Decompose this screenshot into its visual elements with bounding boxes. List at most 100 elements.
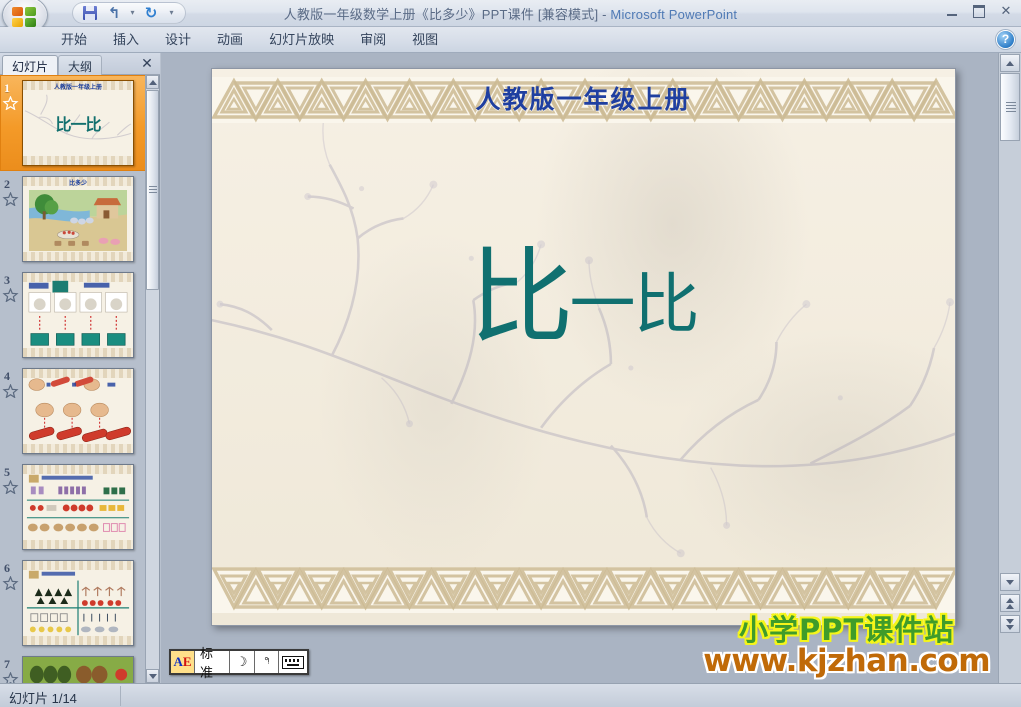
triangle-down-icon [1006,579,1014,585]
scrollbar-thumb[interactable] [1000,73,1020,141]
tab-insert[interactable]: 插入 [100,26,152,53]
slide-thumbnail-frame-3 [22,272,134,358]
animation-star-icon [2,192,19,206]
watermark-line-1: 小学PPT课件站 [738,613,955,647]
slide-thumbnail-frame-1: 人教版一年级上册 比一比 [22,80,134,166]
window-title: 人教版一年级数学上册《比多少》PPT课件 [兼容模式] - Microsoft … [0,4,1021,23]
animation-star-icon [2,96,19,110]
slides-panel-scrollbar[interactable] [145,75,159,683]
slide-thumbnail-4[interactable]: 4 [0,363,146,459]
double-triangle-up-icon [1006,597,1014,609]
tab-home[interactable]: 开始 [48,26,100,53]
ime-language-toggle[interactable]: AE [171,651,195,673]
slide-number-5: 5 [4,465,10,479]
tab-review[interactable]: 审阅 [347,26,399,53]
tab-slides[interactable]: 幻灯片 [2,55,59,75]
window-title-document: 人教版一年级数学上册《比多少》PPT课件 [兼容模式] - [283,7,611,22]
help-icon[interactable]: ? [997,31,1014,48]
window-title-app: Microsoft PowerPoint [610,7,738,22]
animation-star-icon [2,480,19,494]
slide-number-1: 1 [4,81,10,95]
tab-view[interactable]: 视图 [399,26,451,53]
status-bar: 幻灯片 1/14 [0,683,1021,707]
current-slide[interactable]: 人教版一年级上册 比一比 [211,68,956,626]
animation-star-icon [2,288,19,302]
ribbon-tab-bar: 开始 插入 设计 动画 幻灯片放映 审阅 视图 ? [0,27,1021,53]
slide-thumbnail-2[interactable]: 2 比多少 [0,171,146,267]
ime-punctuation-icon[interactable]: °ᵎ [255,651,280,673]
mini-slide-4 [23,369,133,453]
triangle-down-icon [148,673,157,679]
minimize-button[interactable] [943,3,961,19]
slide-main-title: 比一比 [212,245,955,349]
slide-title-big: 比 [469,236,573,358]
slide-thumbnail-frame-6 [22,560,134,646]
triangle-up-icon [148,79,157,85]
window-controls: ✕ [943,3,1015,19]
tab-slideshow[interactable]: 幻灯片放映 [256,26,347,53]
scroll-down-button[interactable] [146,669,159,683]
scroll-up-button[interactable] [1000,54,1020,72]
slide-number-7: 7 [4,657,10,671]
site-watermark: 小学PPT课件站 www.kjzhan.com [703,616,990,677]
slide-number-6: 6 [4,561,10,575]
watermark-line-2: www.kjzhan.com [703,643,990,679]
slide-thumbnail-list[interactable]: 1 人教版一年级上册 比一比 2 比多少 3 4 5 6 7 [0,75,146,683]
slide-area-scrollbar[interactable] [998,53,1021,683]
title-bar: ↰ ▾ ↻ ▾ 人教版一年级数学上册《比多少》PPT课件 [兼容模式] - Mi… [0,0,1021,34]
ime-keyboard-icon[interactable] [279,651,307,673]
slide-thumbnail-3[interactable]: 3 [0,267,146,363]
close-button[interactable]: ✕ [997,3,1015,19]
slide-number-3: 3 [4,273,10,287]
triangle-up-icon [1006,60,1014,66]
next-slide-button[interactable] [1000,615,1020,633]
tab-design[interactable]: 设计 [152,26,204,53]
slide-thumbnail-frame-4 [22,368,134,454]
slide-header-text: 人教版一年级上册 [475,85,692,114]
mini-slide-7 [23,657,133,683]
status-divider [120,686,121,706]
mini-slide-2-header: 比多少 [68,181,87,187]
scrollbar-grip-icon [149,186,157,194]
mini-slide-3 [23,273,133,357]
powerpoint-window: ↰ ▾ ↻ ▾ 人教版一年级数学上册《比多少》PPT课件 [兼容模式] - Mi… [0,0,1021,707]
mini-slide-1: 人教版一年级上册 比一比 [23,81,133,165]
slide-number-4: 4 [4,369,10,383]
scrollbar-grip-icon [1006,102,1016,112]
slide-border-bottom [212,567,955,613]
restore-button[interactable] [970,3,988,19]
mini-slide-1-title: 比一比 [55,117,101,134]
slide-thumbnail-frame-2: 比多少 [22,176,134,262]
mini-slide-2: 比多少 [23,177,133,261]
double-triangle-down-icon [1006,618,1014,630]
scroll-up-button[interactable] [146,75,159,89]
slide-number-2: 2 [4,177,10,191]
animation-star-icon [2,576,19,590]
slide-thumbnail-7[interactable]: 7 [0,651,146,683]
close-panel-icon[interactable]: ✕ [139,56,155,72]
ime-toggle-label: A [173,654,183,669]
ime-mode-label[interactable]: 标准 [195,646,230,680]
scroll-down-button[interactable] [1000,573,1020,591]
ribbon-tabs: 开始 插入 设计 动画 幻灯片放映 审阅 视图 [48,27,451,53]
tab-outline[interactable]: 大纲 [58,55,103,75]
mini-slide-1-header: 人教版一年级上册 [53,85,102,91]
slide-thumbnail-frame-5 [22,464,134,550]
tab-animations[interactable]: 动画 [204,26,256,53]
panel-tab-bar: 幻灯片 大纲 ✕ [0,53,160,75]
slide-thumbnail-1[interactable]: 1 人教版一年级上册 比一比 [0,75,146,171]
slide-title-small: 一比 [569,266,700,343]
ime-toolbar[interactable]: AE 标准 ☽ °ᵎ [169,646,309,680]
mini-farm-scene [29,190,127,251]
animation-star-icon [2,384,19,398]
mini-slide-5 [23,465,133,549]
previous-slide-button[interactable] [1000,594,1020,612]
slide-thumbnail-5[interactable]: 5 [0,459,146,555]
slide-editing-area: 人教版一年级上册 比一比 A E 标准 ☽ °ᵎ 小学PPT课件站 www.kj… [161,53,998,683]
animation-star-icon [2,672,19,683]
slide-thumbnail-6[interactable]: 6 [0,555,146,651]
slide-counter: 幻灯片 1/14 [9,691,77,706]
ime-shape-icon[interactable]: ☽ [230,651,255,673]
scrollbar-thumb[interactable] [146,90,159,290]
slides-panel: 幻灯片 大纲 ✕ 1 人教版一年级上册 比一比 2 比多少 3 4 5 6 7 [0,53,160,683]
